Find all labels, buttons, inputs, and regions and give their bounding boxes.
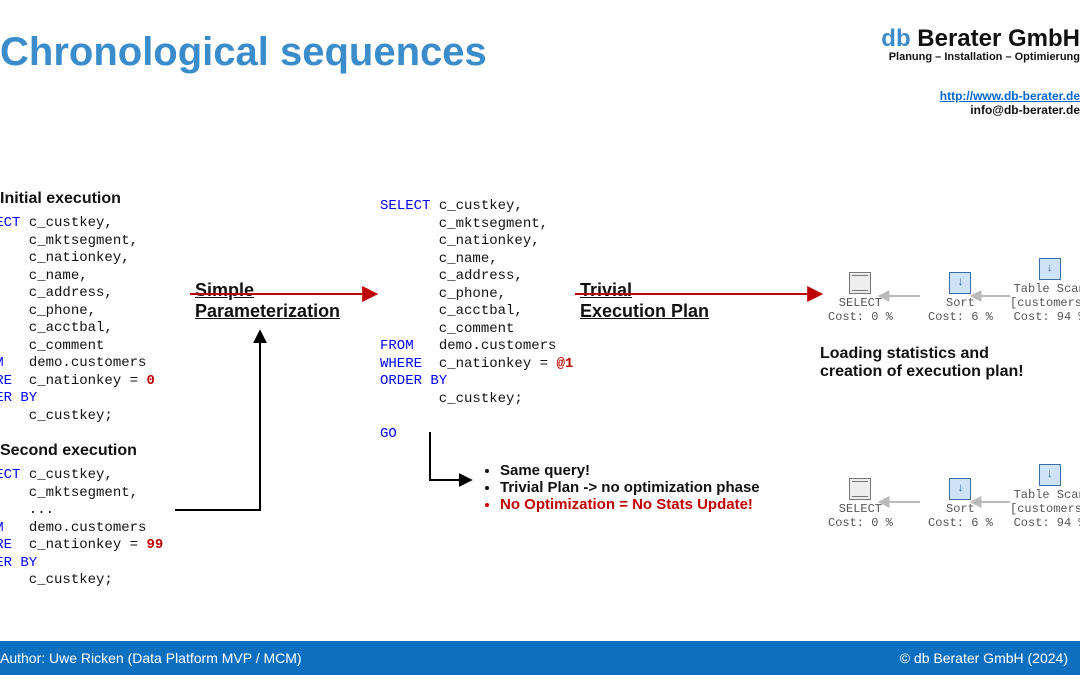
- label-simple-parameterization: Simple Parameterization: [195, 280, 340, 321]
- plan-bottom-select: SELECT Cost: 0 %: [828, 478, 893, 530]
- code-initial-execution: SELECT c_custkey, c_mktsegment, c_nation…: [0, 215, 155, 425]
- bullets-block: Same query! Trivial Plan -> no optimizat…: [480, 462, 810, 513]
- footer-copyright: © db Berater GmbH (2024): [900, 650, 1068, 666]
- plan-top-select-label: SELECT: [828, 296, 893, 310]
- plan-top-scan-label: Table Scan: [1010, 282, 1080, 296]
- select-icon: [849, 272, 871, 294]
- page-title: Chronological sequences: [0, 30, 487, 75]
- plan-bottom-select-cost: Cost: 0 %: [828, 516, 893, 530]
- company-name-rest: Berater GmbH: [911, 25, 1080, 52]
- label-initial-execution: Initial execution: [0, 190, 121, 208]
- code-parameterized: SELECT c_custkey, c_mktsegment, c_nation…: [380, 198, 573, 443]
- company-tagline: Planung – Installation – Optimierung: [881, 51, 1080, 63]
- plan-bottom-scan-sub: [customers]: [1010, 502, 1080, 516]
- plan-top-select: SELECT Cost: 0 %: [828, 272, 893, 324]
- plan-bottom-select-label: SELECT: [828, 502, 893, 516]
- plan-bottom-sort: Sort Cost: 6 %: [928, 478, 993, 530]
- plan-bottom-scan-label: Table Scan: [1010, 488, 1080, 502]
- arrow-second-to-param: [175, 332, 260, 510]
- plan-top-sort: Sort Cost: 6 %: [928, 272, 993, 324]
- company-url-link[interactable]: http://www.db-berater.de: [940, 89, 1080, 103]
- company-name-db: db: [881, 25, 910, 52]
- footer: Author: Uwe Ricken (Data Platform MVP / …: [0, 641, 1080, 675]
- footer-author: Author: Uwe Ricken (Data Platform MVP / …: [0, 650, 302, 666]
- bullet-same-query: Same query!: [500, 462, 810, 479]
- bullet-no-optimization-phase: Trivial Plan -> no optimization phase: [500, 479, 810, 496]
- company-email: info@db-berater.de: [881, 103, 1080, 117]
- label-second-execution: Second execution: [0, 442, 137, 460]
- label-plan-note: Loading statistics and creation of execu…: [820, 345, 1024, 381]
- plan-bottom-sort-label: Sort: [928, 502, 993, 516]
- table-scan-icon: [1039, 464, 1061, 486]
- company-block: db Berater GmbH Planung – Installation –…: [881, 25, 1080, 117]
- sort-icon: [949, 272, 971, 294]
- plan-bottom-scan: Table Scan [customers] Cost: 94 %: [1010, 464, 1080, 530]
- company-name: db Berater GmbH: [881, 25, 1080, 53]
- code-second-execution: SELECT c_custkey, c_mktsegment, ... FROM…: [0, 467, 163, 590]
- plan-top-sort-label: Sort: [928, 296, 993, 310]
- plan-top-scan-cost: Cost: 94 %: [1010, 310, 1080, 324]
- company-url: http://www.db-berater.de: [881, 89, 1080, 103]
- bullet-no-stats-update: No Optimization = No Stats Update!: [500, 496, 810, 513]
- plan-bottom-sort-cost: Cost: 6 %: [928, 516, 993, 530]
- plan-top-scan-sub: [customers]: [1010, 296, 1080, 310]
- plan-top-select-cost: Cost: 0 %: [828, 310, 893, 324]
- table-scan-icon: [1039, 258, 1061, 280]
- sort-icon: [949, 478, 971, 500]
- plan-bottom-scan-cost: Cost: 94 %: [1010, 516, 1080, 530]
- select-icon: [849, 478, 871, 500]
- plan-top-scan: Table Scan [customers] Cost: 94 %: [1010, 258, 1080, 324]
- label-trivial-execution-plan: Trivial Execution Plan: [580, 280, 709, 321]
- plan-top-sort-cost: Cost: 6 %: [928, 310, 993, 324]
